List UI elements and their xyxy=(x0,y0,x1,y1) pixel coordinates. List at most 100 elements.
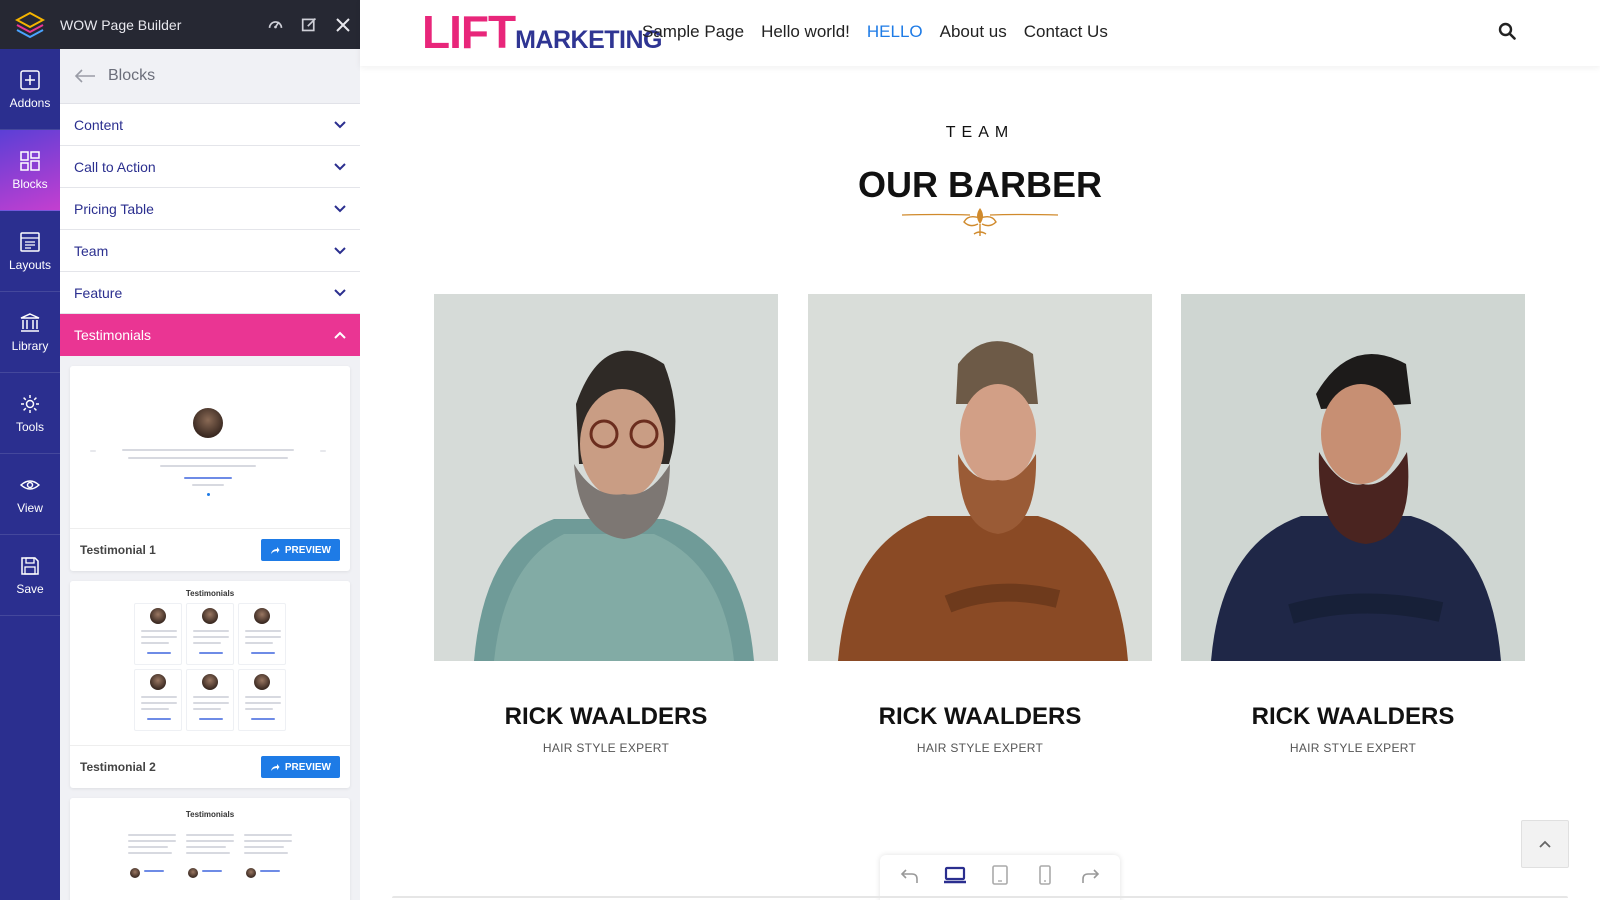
thumb-title: Testimonials xyxy=(185,810,235,819)
quote-line xyxy=(160,465,256,467)
category-pricing-table[interactable]: Pricing Table xyxy=(60,188,360,230)
rail-item-blocks[interactable]: Blocks xyxy=(0,130,60,211)
thumb-column xyxy=(186,669,234,731)
rail-label: Library xyxy=(11,338,49,353)
site-logo[interactable]: LIFT MARKETING xyxy=(422,6,662,58)
avatar xyxy=(188,868,198,878)
layout-icon xyxy=(20,231,40,252)
nav-link-sample-page[interactable]: Sample Page xyxy=(642,22,744,42)
category-label: Call to Action xyxy=(74,158,156,175)
dashboard-icon[interactable] xyxy=(258,0,292,49)
category-feature[interactable]: Feature xyxy=(60,272,360,314)
desktop-icon xyxy=(944,866,967,884)
category-content[interactable]: Content xyxy=(60,104,360,146)
blocks-grid-icon xyxy=(20,150,40,171)
redo-button[interactable] xyxy=(1075,860,1105,890)
chevron-down-icon xyxy=(334,204,346,212)
thumb-column xyxy=(186,603,234,665)
desktop-view-button[interactable] xyxy=(940,860,970,890)
thumb-column xyxy=(134,669,182,731)
bottom-divider xyxy=(392,896,1568,900)
block-thumbnail: Testimonials xyxy=(70,798,350,900)
slider-dot xyxy=(207,493,210,496)
nav-link-contact-us[interactable]: Contact Us xyxy=(1024,22,1108,42)
avatar xyxy=(193,408,223,438)
quote-line xyxy=(122,449,294,451)
mobile-view-button[interactable] xyxy=(1030,860,1060,890)
back-to-top-button[interactable] xyxy=(1521,820,1569,868)
team-member-card: RICK WAALDERS HAIR STYLE EXPERT xyxy=(1181,294,1525,755)
card-name: Testimonial 2 xyxy=(80,760,156,774)
close-icon[interactable] xyxy=(326,0,360,49)
category-team[interactable]: Team xyxy=(60,230,360,272)
member-role: HAIR STYLE EXPERT xyxy=(916,741,1044,755)
card-footer: Testimonial 2 PREVIEW xyxy=(70,746,350,788)
nav-link-hello-world[interactable]: Hello world! xyxy=(761,22,850,42)
panel-header: Blocks xyxy=(60,49,360,104)
nav-link-hello[interactable]: HELLO xyxy=(867,22,923,42)
author-line xyxy=(184,477,232,479)
builder-logo-icon xyxy=(0,0,60,49)
share-arrow-icon xyxy=(270,546,280,554)
chevron-up-icon xyxy=(334,331,346,339)
undo-button[interactable] xyxy=(895,860,925,890)
team-member-card: RICK WAALDERS HAIR STYLE EXPERT xyxy=(434,294,778,755)
block-card[interactable]: Testimonials Testimonial 2 PREVIEW xyxy=(70,581,350,788)
rail-label: Addons xyxy=(9,95,51,110)
category-call-to-action[interactable]: Call to Action xyxy=(60,146,360,188)
member-role: HAIR STYLE EXPERT xyxy=(1289,741,1417,755)
preview-button[interactable]: PREVIEW xyxy=(260,756,340,778)
rail-item-save[interactable]: Save xyxy=(0,535,60,616)
undo-icon xyxy=(901,869,919,883)
thumb-column xyxy=(238,669,286,731)
section-title: OUR BARBER xyxy=(857,164,1102,205)
member-photo xyxy=(434,294,778,661)
member-name: RICK WAALDERS xyxy=(878,703,1082,730)
chevron-down-icon xyxy=(334,120,346,128)
rail-item-view[interactable]: View xyxy=(0,454,60,535)
share-arrow-icon xyxy=(270,763,280,771)
rail-item-tools[interactable]: Tools xyxy=(0,373,60,454)
avatar xyxy=(130,868,140,878)
rail-item-library[interactable]: Library xyxy=(0,292,60,373)
block-card[interactable]: Testimonial 1 PREVIEW xyxy=(70,366,350,571)
chevron-down-icon xyxy=(334,246,346,254)
main-nav: Sample Page Hello world! HELLO About us … xyxy=(642,22,1108,42)
category-label: Testimonials xyxy=(74,327,152,343)
preview-label: PREVIEW xyxy=(284,761,331,773)
preview-label: PREVIEW xyxy=(284,544,331,556)
logo-marketing: MARKETING xyxy=(515,26,662,54)
logo-lift: LIFT xyxy=(422,6,516,58)
rail-label: Blocks xyxy=(12,176,48,191)
chevron-down-icon xyxy=(334,162,346,170)
device-toolbar xyxy=(880,855,1120,900)
rail-item-addons[interactable]: Addons xyxy=(0,49,60,130)
member-photo xyxy=(808,294,1152,661)
category-label: Feature xyxy=(74,284,123,301)
category-label: Pricing Table xyxy=(74,200,154,217)
back-arrow-icon[interactable] xyxy=(74,69,96,83)
thumb-column xyxy=(238,603,286,665)
tablet-view-button[interactable] xyxy=(985,860,1015,890)
author-subline xyxy=(192,484,224,486)
blocks-panel: Blocks Content Call to Action Pricing Ta… xyxy=(60,49,360,900)
ornament-divider-icon xyxy=(900,204,1060,249)
site-header: LIFT MARKETING Sample Page Hello world! … xyxy=(360,0,1600,66)
member-name: RICK WAALDERS xyxy=(1251,703,1455,730)
nav-link-about-us[interactable]: About us xyxy=(940,22,1007,42)
rail-item-layouts[interactable]: Layouts xyxy=(0,211,60,292)
category-testimonials[interactable]: Testimonials xyxy=(60,314,360,356)
panel-title: Blocks xyxy=(108,67,156,84)
member-role: HAIR STYLE EXPERT xyxy=(542,741,670,755)
search-icon[interactable] xyxy=(1498,22,1516,45)
member-name: RICK WAALDERS xyxy=(504,703,708,730)
team-member-card: RICK WAALDERS HAIR STYLE EXPERT xyxy=(808,294,1152,755)
block-card[interactable]: Testimonials xyxy=(70,798,350,900)
edit-icon[interactable] xyxy=(292,0,326,49)
rail-label: Tools xyxy=(15,419,44,434)
thumb-column xyxy=(134,603,182,665)
rail-label: Layouts xyxy=(8,257,52,272)
rail-label: Save xyxy=(16,581,44,596)
builder-rail: Addons Blocks Layouts Library Tools View… xyxy=(0,49,60,900)
preview-button[interactable]: PREVIEW xyxy=(260,539,340,561)
